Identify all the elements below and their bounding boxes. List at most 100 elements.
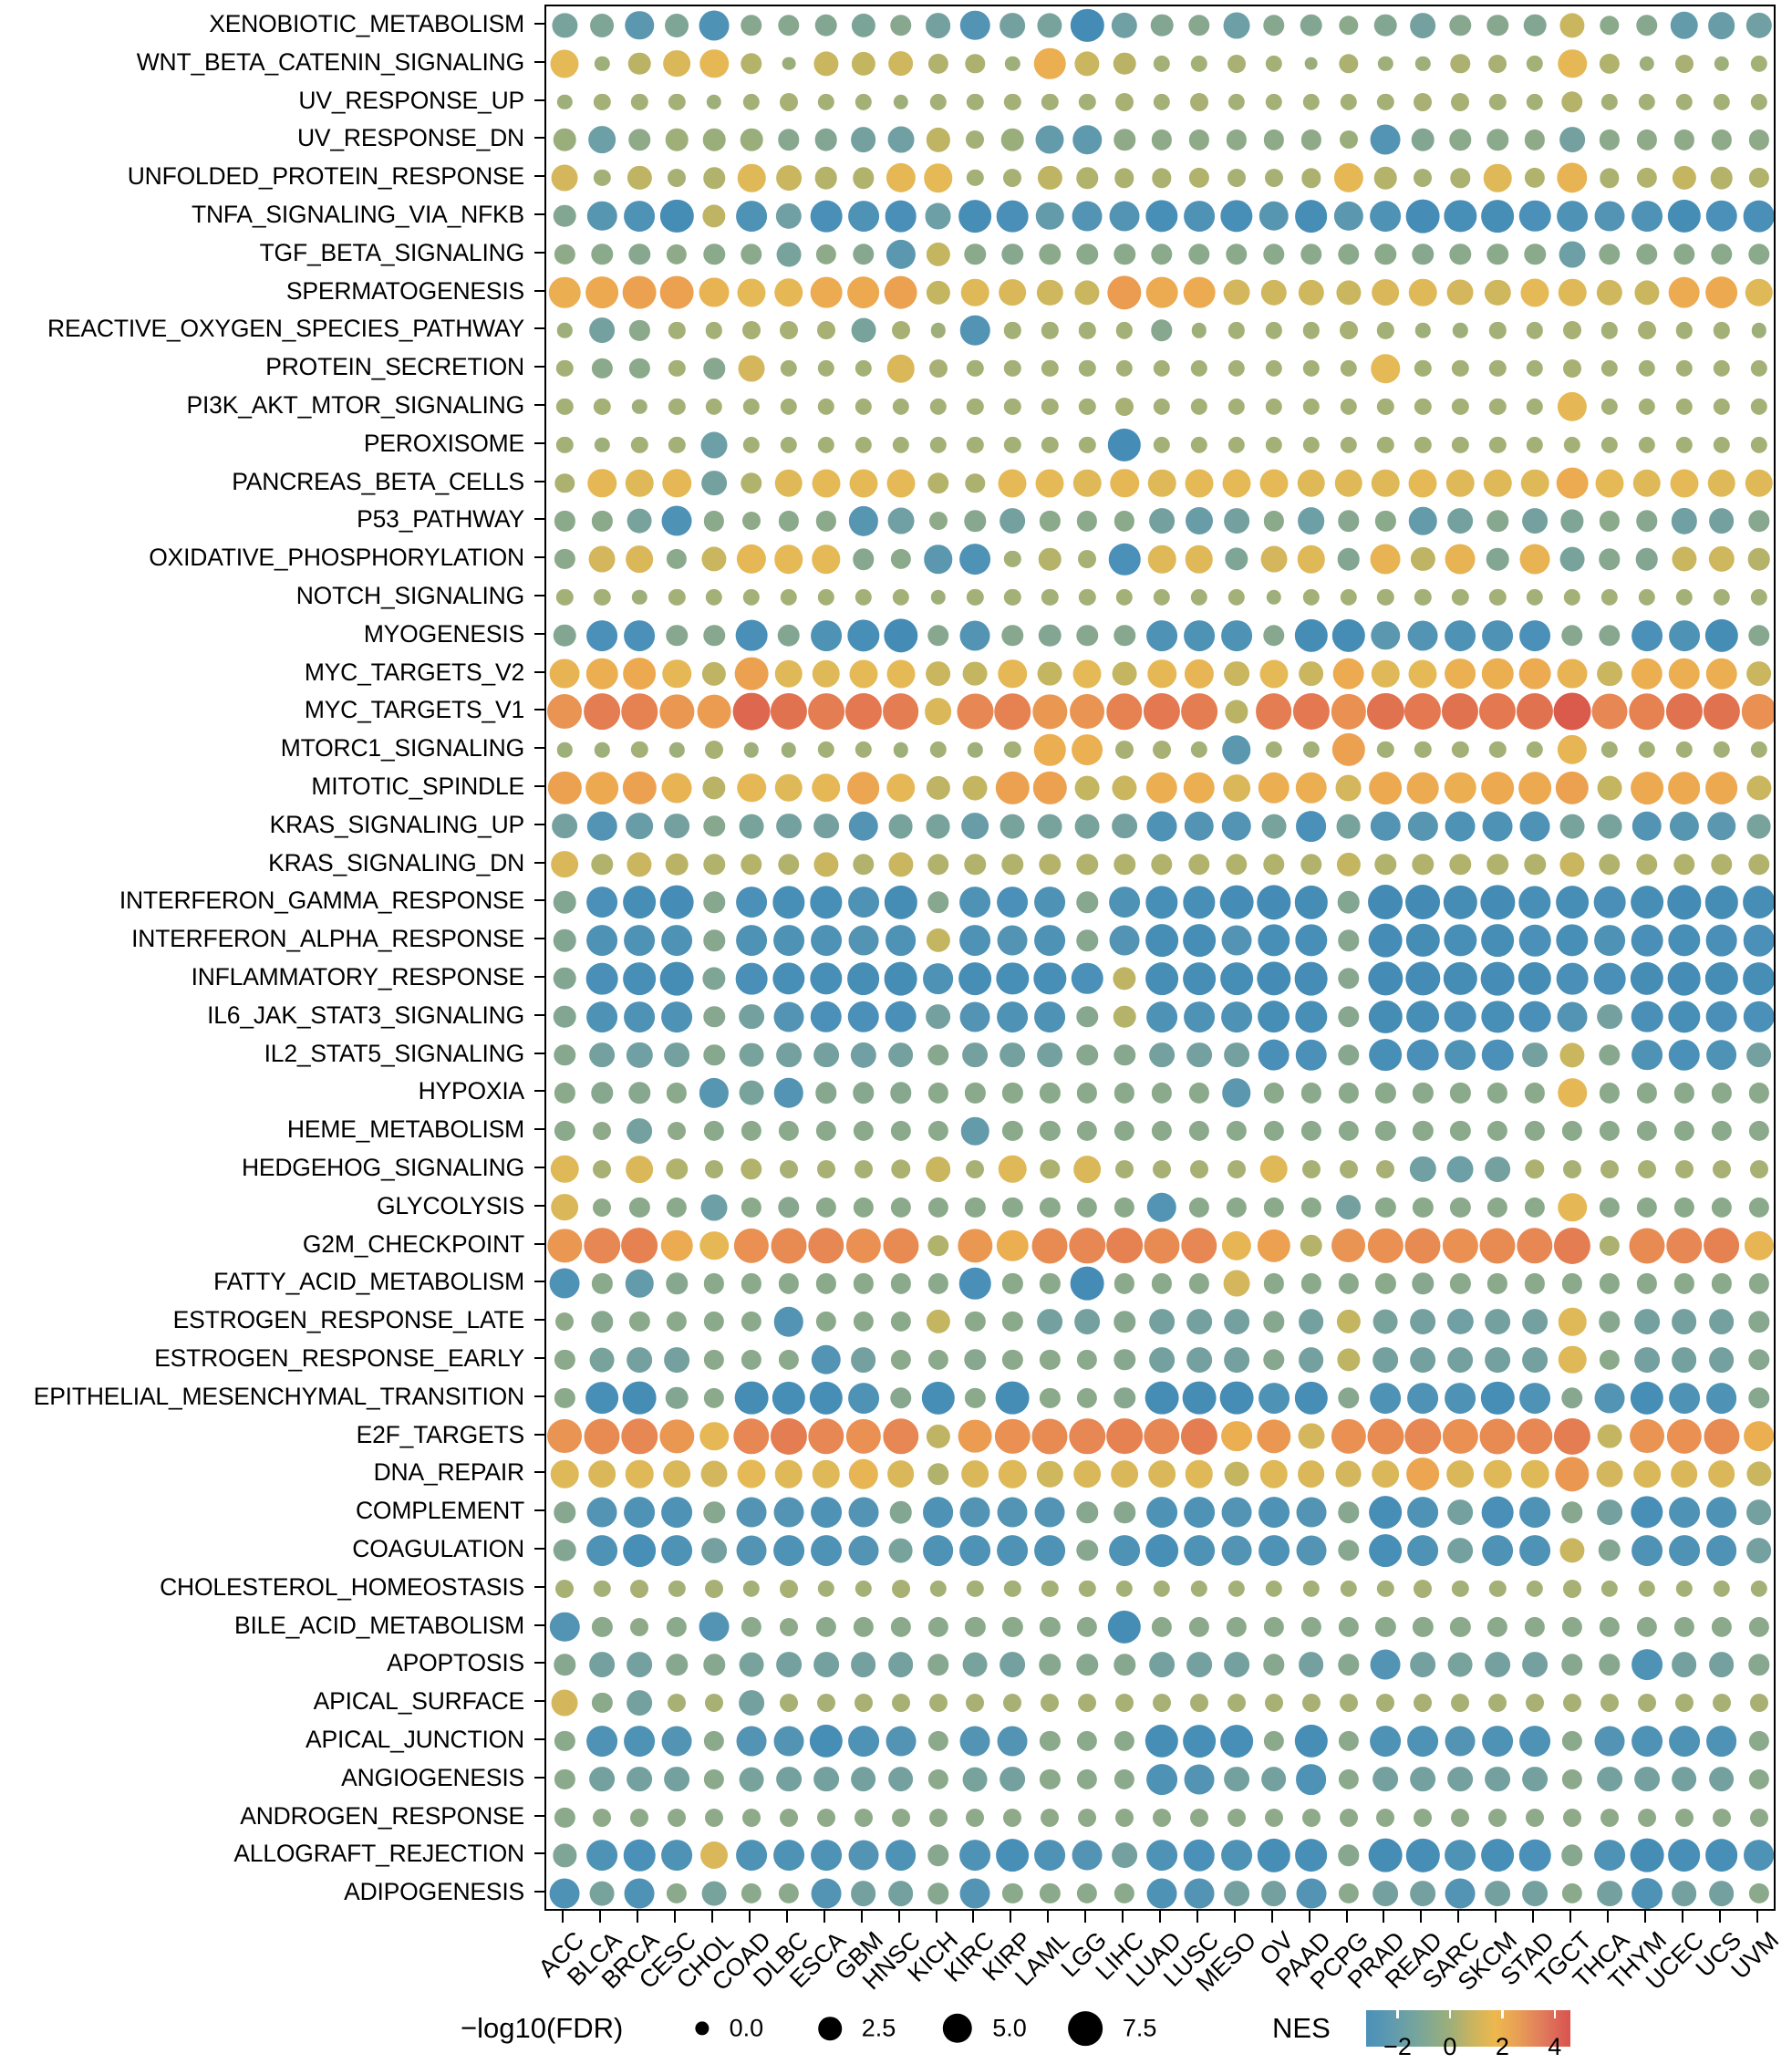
data-point bbox=[1185, 545, 1214, 574]
data-point bbox=[1034, 1497, 1065, 1528]
data-point bbox=[554, 472, 575, 493]
data-point bbox=[816, 1159, 835, 1178]
data-point bbox=[627, 508, 652, 534]
data-point bbox=[1298, 660, 1324, 687]
data-point bbox=[1076, 891, 1098, 914]
data-point bbox=[703, 1005, 725, 1028]
data-point bbox=[1264, 169, 1283, 188]
data-point bbox=[661, 773, 692, 804]
data-point bbox=[668, 1808, 687, 1827]
data-point bbox=[1671, 1309, 1697, 1334]
data-point bbox=[1223, 1766, 1249, 1792]
data-point bbox=[1703, 693, 1740, 731]
data-point bbox=[778, 129, 800, 151]
data-point bbox=[741, 853, 762, 876]
y-axis-label: G2M_CHECKPOINT bbox=[302, 1229, 524, 1258]
y-axis-label: SPERMATOGENESIS bbox=[285, 276, 524, 305]
data-point bbox=[663, 1460, 691, 1488]
data-point bbox=[814, 129, 838, 151]
data-point bbox=[959, 1878, 990, 1909]
data-point bbox=[1526, 55, 1544, 72]
data-point bbox=[927, 1730, 948, 1752]
data-point bbox=[735, 962, 768, 995]
data-point bbox=[1004, 550, 1021, 568]
data-point bbox=[1226, 853, 1248, 876]
data-point bbox=[1227, 1694, 1246, 1713]
data-point bbox=[1481, 772, 1515, 804]
data-point bbox=[1073, 1460, 1102, 1488]
data-point bbox=[1374, 14, 1397, 37]
data-point bbox=[631, 436, 648, 453]
y-axis-label: ANDROGEN_RESPONSE bbox=[240, 1801, 524, 1830]
data-point bbox=[1227, 54, 1246, 73]
data-point bbox=[1636, 15, 1658, 36]
data-point bbox=[1114, 168, 1134, 188]
data-point bbox=[1369, 1000, 1403, 1033]
data-point bbox=[1074, 814, 1100, 839]
data-point bbox=[1480, 885, 1515, 919]
size-legend-dot bbox=[942, 2013, 973, 2044]
data-point bbox=[1227, 322, 1245, 339]
data-point bbox=[701, 1538, 727, 1563]
data-point bbox=[1300, 1273, 1321, 1294]
data-point bbox=[705, 398, 723, 416]
data-point bbox=[1188, 1120, 1210, 1142]
data-point bbox=[586, 1001, 618, 1032]
data-point bbox=[926, 1309, 950, 1334]
data-point bbox=[815, 1273, 836, 1294]
data-point bbox=[702, 129, 726, 151]
data-point bbox=[1599, 1349, 1621, 1371]
data-point bbox=[1671, 1652, 1697, 1678]
data-point bbox=[1632, 469, 1662, 497]
data-point bbox=[1714, 56, 1729, 71]
data-point bbox=[1750, 436, 1767, 453]
data-point bbox=[1076, 1005, 1098, 1028]
data-point bbox=[1488, 588, 1507, 607]
data-point bbox=[1629, 693, 1665, 730]
data-point bbox=[1708, 1766, 1735, 1792]
data-point bbox=[1188, 243, 1210, 265]
data-point bbox=[927, 1043, 949, 1066]
data-point bbox=[1220, 200, 1253, 233]
data-point bbox=[622, 275, 657, 309]
data-point bbox=[1220, 1840, 1252, 1872]
data-point bbox=[965, 1616, 986, 1637]
data-point bbox=[893, 94, 908, 109]
data-point bbox=[1339, 130, 1358, 150]
data-point bbox=[1673, 853, 1695, 876]
data-point bbox=[1705, 1039, 1737, 1071]
data-point bbox=[925, 13, 951, 38]
data-point bbox=[665, 1386, 689, 1409]
data-point bbox=[1561, 624, 1583, 647]
data-point bbox=[814, 14, 838, 37]
data-point bbox=[1638, 93, 1655, 110]
data-point bbox=[1189, 1159, 1208, 1178]
data-point bbox=[776, 813, 802, 839]
data-point bbox=[1375, 1083, 1396, 1104]
data-point bbox=[1186, 1652, 1212, 1678]
data-point bbox=[699, 1078, 730, 1108]
data-point bbox=[1371, 620, 1401, 650]
data-point bbox=[850, 1347, 876, 1373]
data-point bbox=[1183, 886, 1216, 918]
y-axis-label: CHOLESTEROL_HOMEOSTASIS bbox=[160, 1572, 524, 1601]
data-point bbox=[554, 891, 576, 914]
data-point bbox=[554, 1387, 575, 1408]
data-point bbox=[1301, 1694, 1321, 1713]
data-point bbox=[1190, 55, 1208, 72]
data-point bbox=[1146, 811, 1177, 842]
data-point bbox=[1340, 398, 1357, 416]
data-point bbox=[701, 546, 727, 572]
data-point bbox=[1675, 359, 1693, 378]
data-point bbox=[703, 167, 725, 189]
data-point bbox=[626, 1156, 654, 1183]
data-point bbox=[1412, 1272, 1435, 1295]
data-point bbox=[622, 1381, 657, 1416]
data-point bbox=[890, 1311, 911, 1333]
data-point bbox=[1524, 853, 1546, 876]
data-point bbox=[885, 925, 917, 957]
data-point bbox=[1040, 1159, 1060, 1179]
data-point bbox=[706, 94, 722, 109]
data-point bbox=[1450, 1273, 1471, 1294]
data-point bbox=[1219, 885, 1254, 919]
